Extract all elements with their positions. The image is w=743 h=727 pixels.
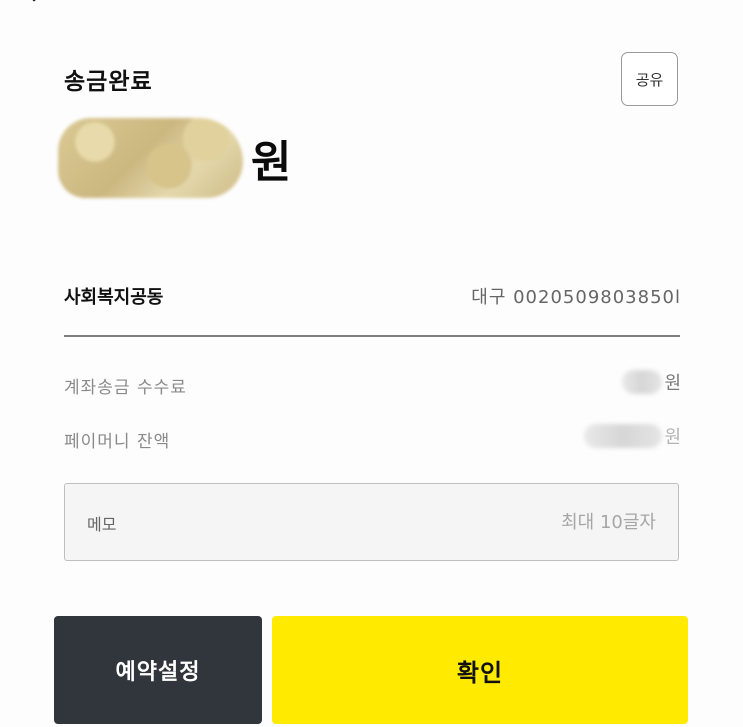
recipient-account: 대구 0020509803850l [471,287,681,308]
balance-unit: 원 [664,427,681,448]
schedule-button[interactable]: 예약설정 [54,616,262,724]
fee-label: 계좌송금 수수료 [64,378,187,398]
amount-unit: 원 [251,137,292,188]
amount-redacted-blur [58,118,243,198]
transfer-complete-screen: 송금완료 공유 원 사회복지공동 대구 0020509803850l 계좌송금 … [0,0,743,727]
share-button[interactable]: 공유 [621,52,678,106]
divider [64,335,680,337]
back-arrow-icon[interactable] [30,0,50,8]
page-title: 송금완료 [64,69,153,95]
fee-redacted-blur [622,370,663,394]
fee-value: 원 [622,369,681,395]
balance-label: 페이머니 잔액 [64,432,171,452]
recipient-name: 사회복지공동 [64,287,164,308]
balance-redacted-blur [584,424,663,448]
memo-input[interactable] [354,504,658,540]
memo-label: 메모 [87,515,117,534]
confirm-button[interactable]: 확인 [272,616,688,724]
balance-value: 원 [584,423,681,449]
memo-field[interactable]: 메모 [64,483,679,561]
transfer-amount: 원 [58,108,291,208]
fee-unit: 원 [664,373,681,394]
